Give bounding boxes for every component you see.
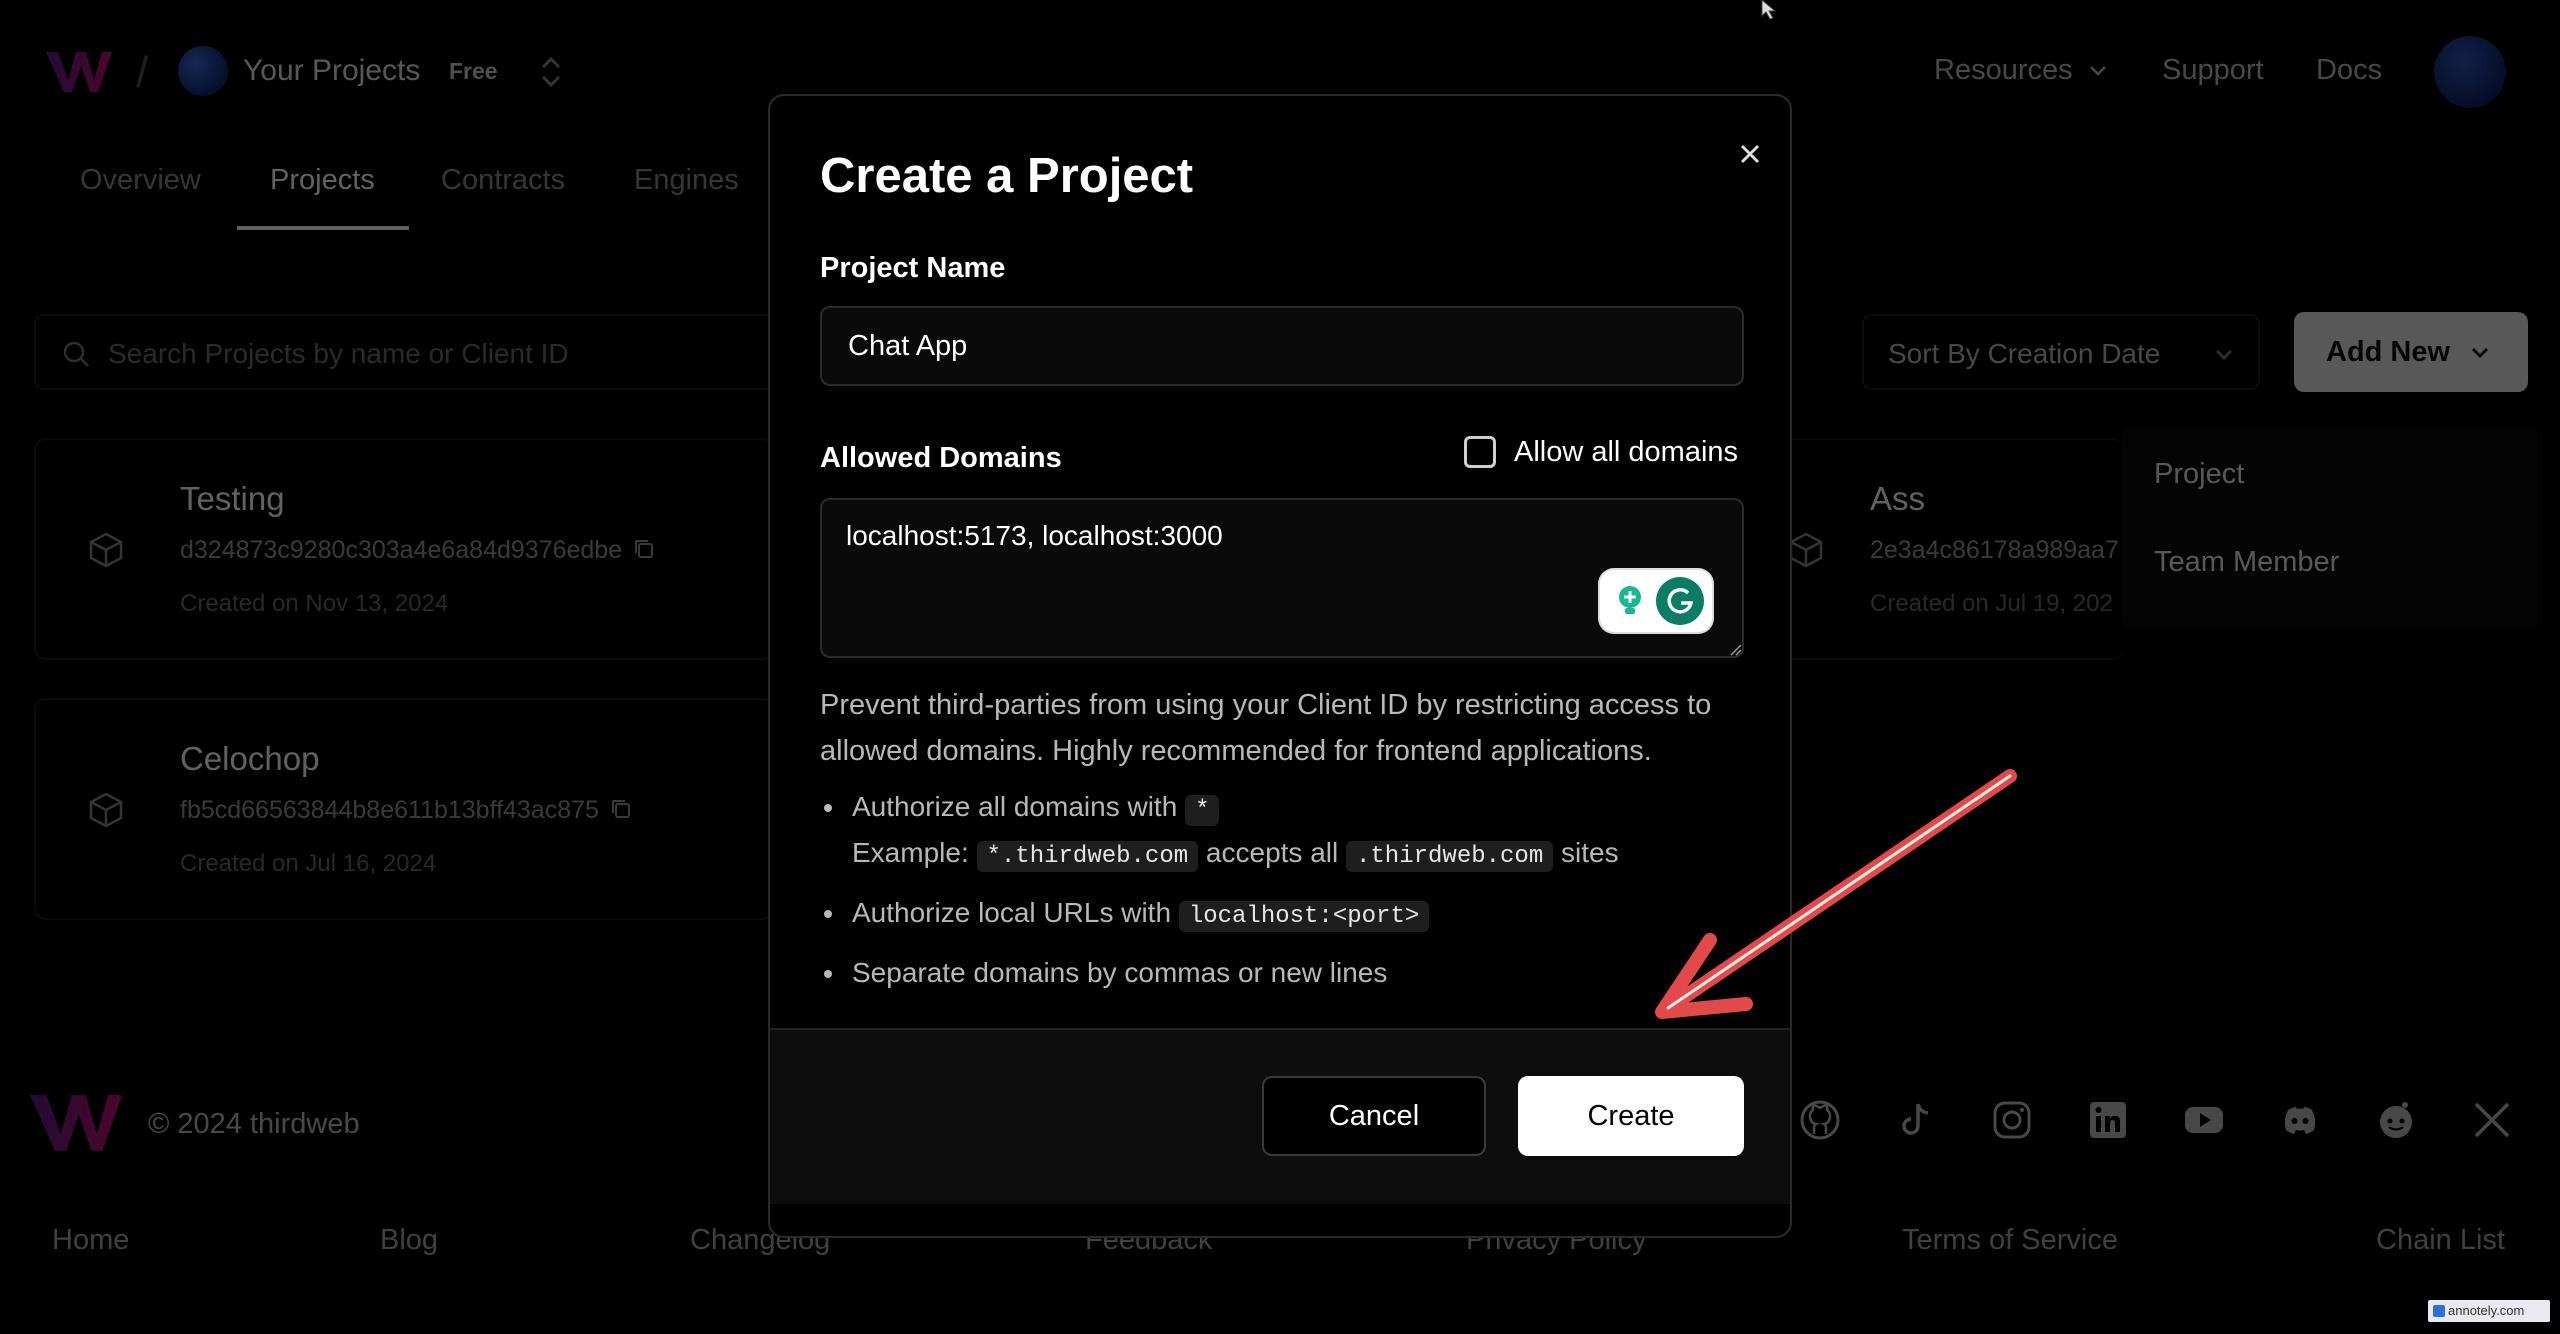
annotation-arrow-icon <box>1655 769 2017 1019</box>
allowed-domains-label: Allowed Domains <box>820 442 1062 474</box>
chevron-down-icon <box>2472 348 2488 358</box>
footer-link-blog[interactable]: Blog <box>380 1224 438 1257</box>
created-date: Created on Nov 13, 2024 <box>180 590 449 617</box>
youtube-icon[interactable] <box>2182 1098 2226 1142</box>
box-icon <box>89 532 123 568</box>
team-avatar[interactable] <box>178 46 228 96</box>
menu-item-project[interactable]: Project <box>2154 458 2244 491</box>
user-avatar[interactable] <box>2434 36 2506 108</box>
footer-link-home[interactable]: Home <box>52 1224 129 1257</box>
nav-docs[interactable]: Docs <box>2316 54 2382 87</box>
copyright: © 2024 thirdweb <box>148 1108 360 1140</box>
created-date: Created on Jul 16, 2024 <box>180 850 437 877</box>
mouse-cursor-icon <box>1761 0 1777 20</box>
project-name: Celochop <box>180 740 320 777</box>
project-name: Ass <box>1870 480 1926 517</box>
project-name-input[interactable] <box>820 306 1744 386</box>
x-icon[interactable] <box>2470 1098 2514 1142</box>
search-projects-field[interactable]: Search Projects by name or Client ID <box>34 314 824 390</box>
nav-support[interactable]: Support <box>2162 54 2264 87</box>
plan-badge: Free <box>449 58 498 84</box>
menu-item-team-member[interactable]: Team Member <box>2154 546 2339 579</box>
allow-all-domains-checkbox[interactable] <box>1464 436 1496 468</box>
project-name-label: Project Name <box>820 252 1006 284</box>
resize-handle-icon[interactable] <box>1728 642 1742 656</box>
copy-icon[interactable] <box>609 797 633 821</box>
create-button[interactable]: Create <box>1518 1076 1744 1156</box>
watermark: annotely.com <box>2428 1300 2550 1322</box>
client-id: 2e3a4c86178a989aa7 <box>1870 536 2119 564</box>
grammarly-icon[interactable] <box>1656 577 1704 625</box>
list-item: Separate domains by commas or new lines <box>820 952 1760 994</box>
client-id: fb5cd66563844b8e611b13bff43ac875 <box>180 796 633 825</box>
lightbulb-icon[interactable] <box>1608 579 1652 623</box>
tiktok-icon[interactable] <box>1894 1098 1938 1142</box>
box-icon <box>89 792 123 828</box>
thirdweb-logo[interactable] <box>30 1092 122 1154</box>
sort-select[interactable]: Sort By Creation Date <box>1862 314 2260 390</box>
github-icon[interactable] <box>1798 1098 1842 1142</box>
search-icon <box>63 341 89 367</box>
tab-contracts[interactable]: Contracts <box>441 164 565 197</box>
project-card[interactable]: Celochop fb5cd66563844b8e611b13bff43ac87… <box>34 698 774 920</box>
created-date: Created on Jul 19, 202 <box>1870 590 2113 617</box>
allow-all-domains-label[interactable]: Allow all domains <box>1514 436 1738 469</box>
tab-overview[interactable]: Overview <box>80 164 201 197</box>
inline-code: localhost:<port> <box>1178 901 1430 932</box>
inline-code: * <box>1185 795 1220 826</box>
linkedin-icon[interactable] <box>2086 1098 2130 1142</box>
inline-code: .thirdweb.com <box>1346 841 1554 872</box>
inline-code: *.thirdweb.com <box>976 841 1199 872</box>
team-name[interactable]: Your Projects <box>243 54 420 88</box>
chevron-updown-icon[interactable] <box>538 54 564 90</box>
discord-icon[interactable] <box>2278 1098 2322 1142</box>
grammar-extension-widget[interactable] <box>1600 570 1712 632</box>
tab-engines[interactable]: Engines <box>634 164 739 197</box>
domains-help-text: Prevent third-parties from using your Cl… <box>820 689 1712 767</box>
dialog-title: Create a Project <box>820 149 1194 203</box>
add-new-menu: Project Team Member <box>2122 428 2540 628</box>
add-new-button[interactable]: Add New <box>2294 312 2528 392</box>
reddit-icon[interactable] <box>2374 1098 2418 1142</box>
chevron-down-icon <box>2089 66 2106 76</box>
nav-resources[interactable]: Resources <box>1934 54 2109 87</box>
tab-projects[interactable]: Projects <box>270 164 375 197</box>
list-item: Authorize local URLs with localhost:<por… <box>820 892 1760 938</box>
add-new-label: Add New <box>2326 336 2451 368</box>
sort-label: Sort By Creation Date <box>1888 338 2161 369</box>
close-icon <box>1741 145 1759 163</box>
project-name: Testing <box>180 480 285 517</box>
box-icon <box>1789 532 1823 568</box>
footer-link-chain-list[interactable]: Chain List <box>2376 1224 2505 1257</box>
breadcrumb-separator: / <box>136 48 149 97</box>
close-button[interactable] <box>1726 130 1774 178</box>
chevron-down-icon <box>2216 350 2232 360</box>
thirdweb-logo[interactable] <box>46 50 112 94</box>
project-card[interactable]: Testing d324873c9280c303a4e6a84d9376edbe… <box>34 438 774 660</box>
create-project-dialog: Create a Project Project Name Allowed Do… <box>768 94 1792 1238</box>
active-tab-indicator <box>237 226 409 230</box>
footer-link-terms[interactable]: Terms of Service <box>1902 1224 2118 1257</box>
client-id: d324873c9280c303a4e6a84d9376edbe <box>180 536 656 565</box>
copy-icon[interactable] <box>632 537 656 561</box>
domains-help-list: Authorize all domains with * Example: *.… <box>820 786 1760 994</box>
list-item: Authorize all domains with * Example: *.… <box>820 786 1760 878</box>
instagram-icon[interactable] <box>1990 1098 2034 1142</box>
search-input[interactable]: Search Projects by name or Client ID <box>108 338 569 370</box>
cancel-button[interactable]: Cancel <box>1262 1076 1486 1156</box>
